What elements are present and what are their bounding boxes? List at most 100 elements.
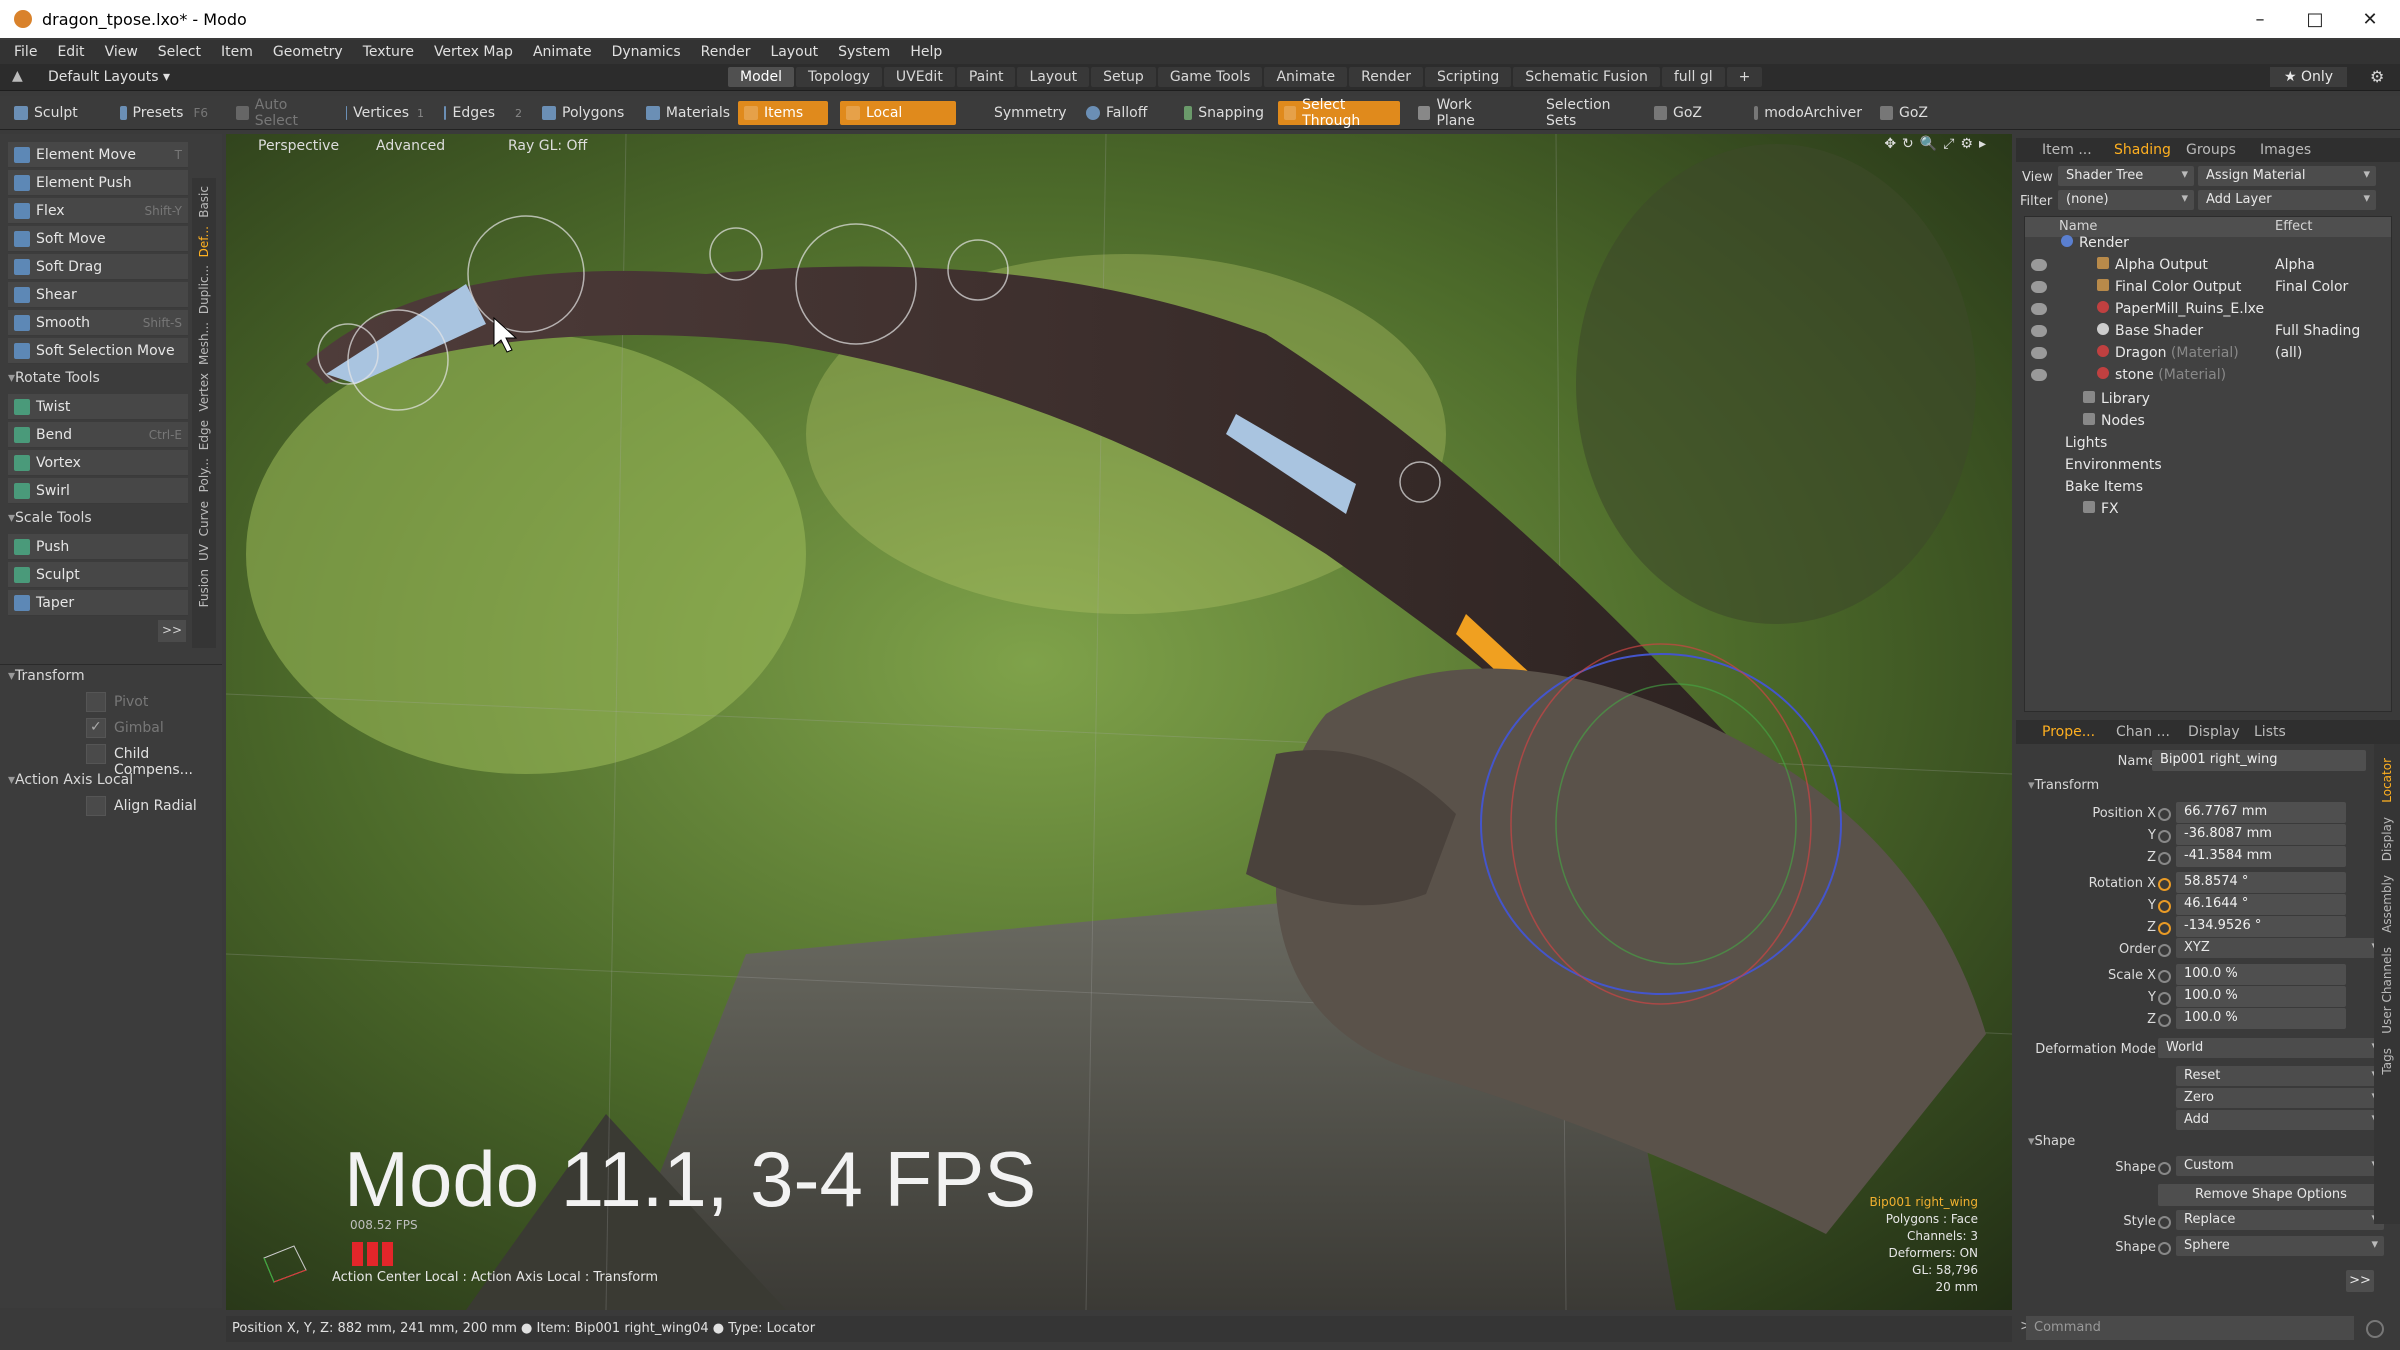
tool-vortex[interactable]: Vortex bbox=[8, 450, 188, 476]
menu-help[interactable]: Help bbox=[910, 44, 942, 60]
tab-game-tools[interactable]: Game Tools bbox=[1157, 67, 1263, 87]
scale-z-field[interactable]: 100.0 % bbox=[2176, 1008, 2346, 1029]
tool-smooth[interactable]: Smooth Shift-S bbox=[8, 310, 188, 336]
tab-images[interactable]: Images bbox=[2260, 142, 2311, 158]
tree-item-final-color-output[interactable]: Final Color Output bbox=[2097, 279, 2241, 295]
menu-vertex-map[interactable]: Vertex Map bbox=[434, 44, 513, 60]
add-layer-dropdown[interactable]: Add Layer bbox=[2198, 190, 2376, 210]
tab-layout[interactable]: Layout bbox=[1017, 67, 1090, 87]
select-through-button[interactable]: Select Through bbox=[1278, 97, 1400, 129]
keyframe-toggle[interactable] bbox=[2158, 1162, 2171, 1175]
tree-item-dragon-material[interactable]: Dragon (Material) bbox=[2097, 345, 2239, 361]
materials-button[interactable]: Materials bbox=[640, 101, 736, 125]
action-axis-local-header[interactable]: Action Axis Local bbox=[8, 772, 133, 788]
assign-material-dropdown[interactable]: Assign Material bbox=[2198, 166, 2376, 186]
keyframe-toggle[interactable] bbox=[2158, 1216, 2171, 1229]
tree-item-library[interactable]: Library bbox=[2083, 391, 2150, 407]
shape-type-dropdown[interactable]: Sphere bbox=[2176, 1236, 2384, 1256]
eye-icon[interactable] bbox=[2031, 347, 2047, 359]
view-dropdown[interactable]: Shader Tree bbox=[2058, 166, 2194, 186]
only-toggle[interactable]: ★ Only bbox=[2270, 67, 2348, 87]
work-plane-button[interactable]: Work Plane bbox=[1412, 97, 1512, 129]
sidetab-curve[interactable]: Curve bbox=[197, 501, 211, 536]
tab-properties[interactable]: Prope... bbox=[2042, 724, 2095, 740]
keyframe-toggle[interactable] bbox=[2158, 1242, 2171, 1255]
tool-swirl[interactable]: Swirl bbox=[8, 478, 188, 504]
perspective-dropdown[interactable]: Perspective bbox=[258, 138, 339, 154]
sidetab-mesh[interactable]: Mesh... bbox=[197, 322, 211, 365]
tool-taper[interactable]: Taper bbox=[8, 590, 188, 616]
viewport-nav-icons[interactable]: ✥↻🔍⤢⚙▸ bbox=[1884, 136, 1992, 152]
tree-item-nodes[interactable]: Nodes bbox=[2083, 413, 2145, 429]
tool-element-push[interactable]: Element Push bbox=[8, 170, 188, 196]
goz-button-2[interactable]: GoZ bbox=[1874, 101, 1934, 125]
3d-viewport[interactable]: Perspective Advanced Ray GL: Off ✥↻🔍⤢⚙▸ … bbox=[226, 134, 2012, 1310]
menu-layout[interactable]: Layout bbox=[771, 44, 819, 60]
tab-animate[interactable]: Animate bbox=[1264, 67, 1348, 87]
sidetab-deform[interactable]: Def... bbox=[197, 226, 211, 257]
command-history-icon[interactable] bbox=[2366, 1320, 2384, 1338]
scale-tools-header[interactable]: Scale Tools bbox=[8, 510, 92, 526]
rotation-z-field[interactable]: -134.9526 ° bbox=[2176, 916, 2346, 937]
sidetab-vertex[interactable]: Vertex bbox=[197, 373, 211, 412]
tool-push[interactable]: Push bbox=[8, 534, 188, 560]
tree-item-base-shader[interactable]: Base Shader bbox=[2097, 323, 2203, 339]
col-effect[interactable]: Effect bbox=[2275, 219, 2312, 234]
rotation-y-field[interactable]: 46.1644 ° bbox=[2176, 894, 2346, 915]
tab-model[interactable]: Model bbox=[728, 67, 795, 87]
scale-y-field[interactable]: 100.0 % bbox=[2176, 986, 2346, 1007]
sidetab-user-channels[interactable]: User Channels bbox=[2380, 947, 2394, 1034]
tree-item-fx[interactable]: FX bbox=[2083, 501, 2119, 517]
eye-icon[interactable] bbox=[2031, 259, 2047, 271]
items-button[interactable]: Items bbox=[738, 101, 828, 125]
keyframe-toggle[interactable] bbox=[2158, 852, 2171, 865]
sidetab-display[interactable]: Display bbox=[2380, 817, 2394, 861]
menu-file[interactable]: File bbox=[14, 44, 37, 60]
tab-setup[interactable]: Setup bbox=[1091, 67, 1156, 87]
transform-header[interactable]: Transform bbox=[2028, 778, 2100, 793]
snapping-button[interactable]: Snapping bbox=[1178, 101, 1270, 125]
layout-toggle-icon[interactable]: ▲ bbox=[12, 68, 23, 84]
position-z-field[interactable]: -41.3584 mm bbox=[2176, 846, 2346, 867]
sidetab-edge[interactable]: Edge bbox=[197, 420, 211, 450]
keyframe-toggle[interactable] bbox=[2158, 830, 2171, 843]
tab-schematic-fusion[interactable]: Schematic Fusion bbox=[1513, 67, 1660, 87]
filter-dropdown[interactable]: (none) bbox=[2058, 190, 2194, 210]
add-tab-button[interactable]: + bbox=[1726, 67, 1763, 87]
tree-item-stone-material[interactable]: stone (Material) bbox=[2097, 367, 2226, 383]
modo-archiver-button[interactable]: modoArchiver bbox=[1748, 101, 1868, 125]
sidetab-locator[interactable]: Locator bbox=[2380, 758, 2394, 803]
tree-effect[interactable]: Full Shading bbox=[2275, 323, 2360, 339]
tool-sculpt[interactable]: Sculpt bbox=[8, 562, 188, 588]
tool-soft-drag[interactable]: Soft Drag bbox=[8, 254, 188, 280]
tab-groups[interactable]: Groups bbox=[2186, 142, 2236, 158]
menu-edit[interactable]: Edit bbox=[57, 44, 84, 60]
keyframe-toggle[interactable] bbox=[2158, 900, 2171, 913]
child-compensation-checkbox[interactable] bbox=[86, 744, 106, 764]
tree-item-bake-items[interactable]: Bake Items bbox=[2065, 479, 2143, 495]
eye-icon[interactable] bbox=[2031, 303, 2047, 315]
tab-lists[interactable]: Lists bbox=[2254, 724, 2286, 740]
menu-select[interactable]: Select bbox=[158, 44, 201, 60]
keyframe-toggle[interactable] bbox=[2158, 1014, 2171, 1027]
menu-geometry[interactable]: Geometry bbox=[273, 44, 343, 60]
sidetab-basic[interactable]: Basic bbox=[197, 186, 211, 218]
menu-animate[interactable]: Animate bbox=[533, 44, 592, 60]
tool-bend[interactable]: Bend Ctrl-E bbox=[8, 422, 188, 448]
sculpt-button[interactable]: Sculpt bbox=[8, 101, 108, 125]
tree-item-alpha-output[interactable]: Alpha Output bbox=[2097, 257, 2208, 273]
menu-system[interactable]: System bbox=[838, 44, 890, 60]
deformation-mode-dropdown[interactable]: World bbox=[2158, 1038, 2384, 1058]
eye-icon[interactable] bbox=[2031, 369, 2047, 381]
tool-element-move[interactable]: Element Move T bbox=[8, 142, 188, 168]
minimize-button[interactable]: – bbox=[2230, 0, 2290, 38]
local-button[interactable]: Local bbox=[840, 101, 956, 125]
tab-channels[interactable]: Chan ... bbox=[2116, 724, 2170, 740]
menu-view[interactable]: View bbox=[105, 44, 138, 60]
tool-twist[interactable]: Twist bbox=[8, 394, 188, 420]
col-name[interactable]: Name bbox=[2059, 219, 2097, 234]
transform-section-header[interactable]: Transform bbox=[8, 668, 85, 684]
more-options-button[interactable]: >> bbox=[2346, 1270, 2374, 1292]
menu-texture[interactable]: Texture bbox=[363, 44, 414, 60]
tool-soft-selection-move[interactable]: Soft Selection Move bbox=[8, 338, 188, 364]
